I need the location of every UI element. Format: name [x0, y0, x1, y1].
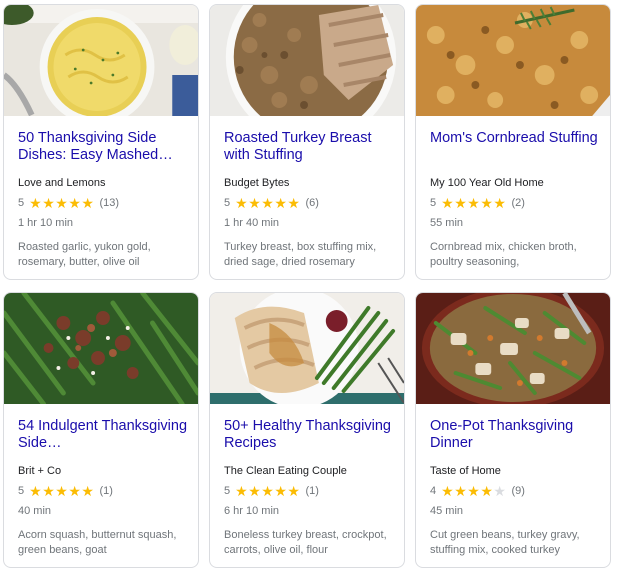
recipe-rating: 5 ★ ★ ★ ★ ★ (1): [224, 484, 319, 498]
star-filled-icon: ★: [55, 483, 68, 499]
rating-value: 4: [430, 485, 437, 497]
cook-time: 1 hr 40 min: [224, 217, 280, 229]
ingredients-list: Boneless turkey breast, crockpot, carrot…: [224, 529, 387, 556]
recipe-title-link[interactable]: One-Pot Thanksgiving Dinner: [430, 418, 600, 452]
star-filled-icon: ★: [441, 483, 454, 499]
star-filled-icon: ★: [274, 483, 287, 499]
star-filled-icon: ★: [287, 483, 300, 499]
star-filled-icon: ★: [454, 195, 467, 211]
recipe-source: The Clean Eating Couple: [224, 465, 347, 477]
star-filled-icon: ★: [42, 195, 55, 211]
rating-value: 5: [430, 197, 437, 209]
star-filled-icon: ★: [454, 483, 467, 499]
recipe-title-link[interactable]: Mom's Cornbread Stuffing: [430, 130, 600, 147]
star-filled-icon: ★: [493, 195, 506, 211]
recipe-rating: 4 ★ ★ ★ ★ ★ (9): [430, 484, 525, 498]
review-count: (1): [305, 485, 319, 497]
recipe-source: My 100 Year Old Home: [430, 177, 544, 189]
recipe-thumbnail-cornbread-stuffing[interactable]: [416, 5, 610, 116]
star-rating-icons: ★ ★ ★ ★ ★: [29, 196, 94, 210]
recipe-title-link[interactable]: Roasted Turkey Breast with Stuffing: [224, 130, 394, 164]
ingredients-list: Roasted garlic, yukon gold, rosemary, bu…: [18, 241, 151, 268]
recipe-card[interactable]: Roasted Turkey Breast with Stuffing Budg…: [209, 4, 405, 280]
star-rating-icons: ★ ★ ★ ★ ★: [235, 196, 300, 210]
cook-time: 6 hr 10 min: [224, 505, 280, 517]
ingredients-list: Turkey breast, box stuffing mix, dried s…: [224, 241, 377, 268]
recipe-source: Taste of Home: [430, 465, 501, 477]
star-filled-icon: ★: [287, 195, 300, 211]
star-filled-icon: ★: [261, 195, 274, 211]
review-count: (6): [305, 197, 319, 209]
recipe-card[interactable]: 50 Thanksgiving Side Dishes: Easy Mashed…: [3, 4, 199, 280]
ingredients-list: Cut green beans, turkey gravy, stuffing …: [430, 529, 580, 556]
star-filled-icon: ★: [441, 195, 454, 211]
recipe-thumbnail-turkey-stuffing[interactable]: [210, 5, 404, 116]
rating-value: 5: [224, 485, 231, 497]
recipe-rating: 5 ★ ★ ★ ★ ★ (1): [18, 484, 113, 498]
cook-time: 55 min: [430, 217, 464, 229]
star-filled-icon: ★: [55, 195, 68, 211]
star-rating-icons: ★ ★ ★ ★ ★: [235, 484, 300, 498]
star-filled-icon: ★: [68, 483, 81, 499]
recipe-source: Budget Bytes: [224, 177, 290, 189]
star-rating-icons: ★ ★ ★ ★ ★: [441, 196, 506, 210]
rating-value: 5: [18, 485, 25, 497]
star-rating-icons: ★ ★ ★ ★ ★: [29, 484, 94, 498]
star-filled-icon: ★: [42, 483, 55, 499]
recipe-rating: 5 ★ ★ ★ ★ ★ (6): [224, 196, 319, 210]
review-count: (9): [511, 485, 525, 497]
recipe-card[interactable]: 50+ Healthy Thanksgiving Recipes The Cle…: [209, 292, 405, 568]
recipe-thumbnail-green-beans[interactable]: [4, 293, 198, 404]
cook-time: 1 hr 10 min: [18, 217, 74, 229]
star-filled-icon: ★: [29, 195, 42, 211]
star-filled-icon: ★: [480, 195, 493, 211]
recipe-thumbnail-one-pot-dinner[interactable]: [416, 293, 610, 404]
star-filled-icon: ★: [81, 195, 94, 211]
recipe-source: Love and Lemons: [18, 177, 106, 189]
recipe-rating: 5 ★ ★ ★ ★ ★ (13): [18, 196, 119, 210]
recipe-thumbnail-mashed-potatoes[interactable]: [4, 5, 198, 116]
recipe-card[interactable]: Mom's Cornbread Stuffing My 100 Year Old…: [415, 4, 611, 280]
recipe-results-grid: 50 Thanksgiving Side Dishes: Easy Mashed…: [0, 0, 624, 585]
star-filled-icon: ★: [261, 483, 274, 499]
cook-time: 40 min: [18, 505, 52, 517]
rating-value: 5: [224, 197, 231, 209]
star-filled-icon: ★: [467, 483, 480, 499]
recipe-title-link[interactable]: 50 Thanksgiving Side Dishes: Easy Mashed…: [18, 130, 188, 164]
recipe-title-link[interactable]: 54 Indulgent Thanksgiving Side…: [18, 418, 188, 452]
star-empty-icon: ★: [493, 483, 506, 499]
star-filled-icon: ★: [81, 483, 94, 499]
ingredients-list: Cornbread mix, chicken broth, poultry se…: [430, 241, 577, 268]
ingredients-list: Acorn squash, butternut squash, green be…: [18, 529, 177, 556]
recipe-title-link[interactable]: 50+ Healthy Thanksgiving Recipes: [224, 418, 394, 452]
recipe-thumbnail-turkey-green-beans[interactable]: [210, 293, 404, 404]
star-filled-icon: ★: [29, 483, 42, 499]
review-count: (1): [99, 485, 113, 497]
star-rating-icons: ★ ★ ★ ★ ★: [441, 484, 506, 498]
star-filled-icon: ★: [248, 195, 261, 211]
review-count: (13): [99, 197, 119, 209]
star-filled-icon: ★: [68, 195, 81, 211]
recipe-source: Brit + Co: [18, 465, 62, 477]
star-filled-icon: ★: [235, 483, 248, 499]
review-count: (2): [511, 197, 525, 209]
recipe-rating: 5 ★ ★ ★ ★ ★ (2): [430, 196, 525, 210]
cook-time: 45 min: [430, 505, 464, 517]
star-filled-icon: ★: [480, 483, 493, 499]
star-filled-icon: ★: [235, 195, 248, 211]
star-filled-icon: ★: [248, 483, 261, 499]
rating-value: 5: [18, 197, 25, 209]
star-filled-icon: ★: [274, 195, 287, 211]
recipe-card[interactable]: One-Pot Thanksgiving Dinner Taste of Hom…: [415, 292, 611, 568]
recipe-card[interactable]: 54 Indulgent Thanksgiving Side… Brit + C…: [3, 292, 199, 568]
star-filled-icon: ★: [467, 195, 480, 211]
